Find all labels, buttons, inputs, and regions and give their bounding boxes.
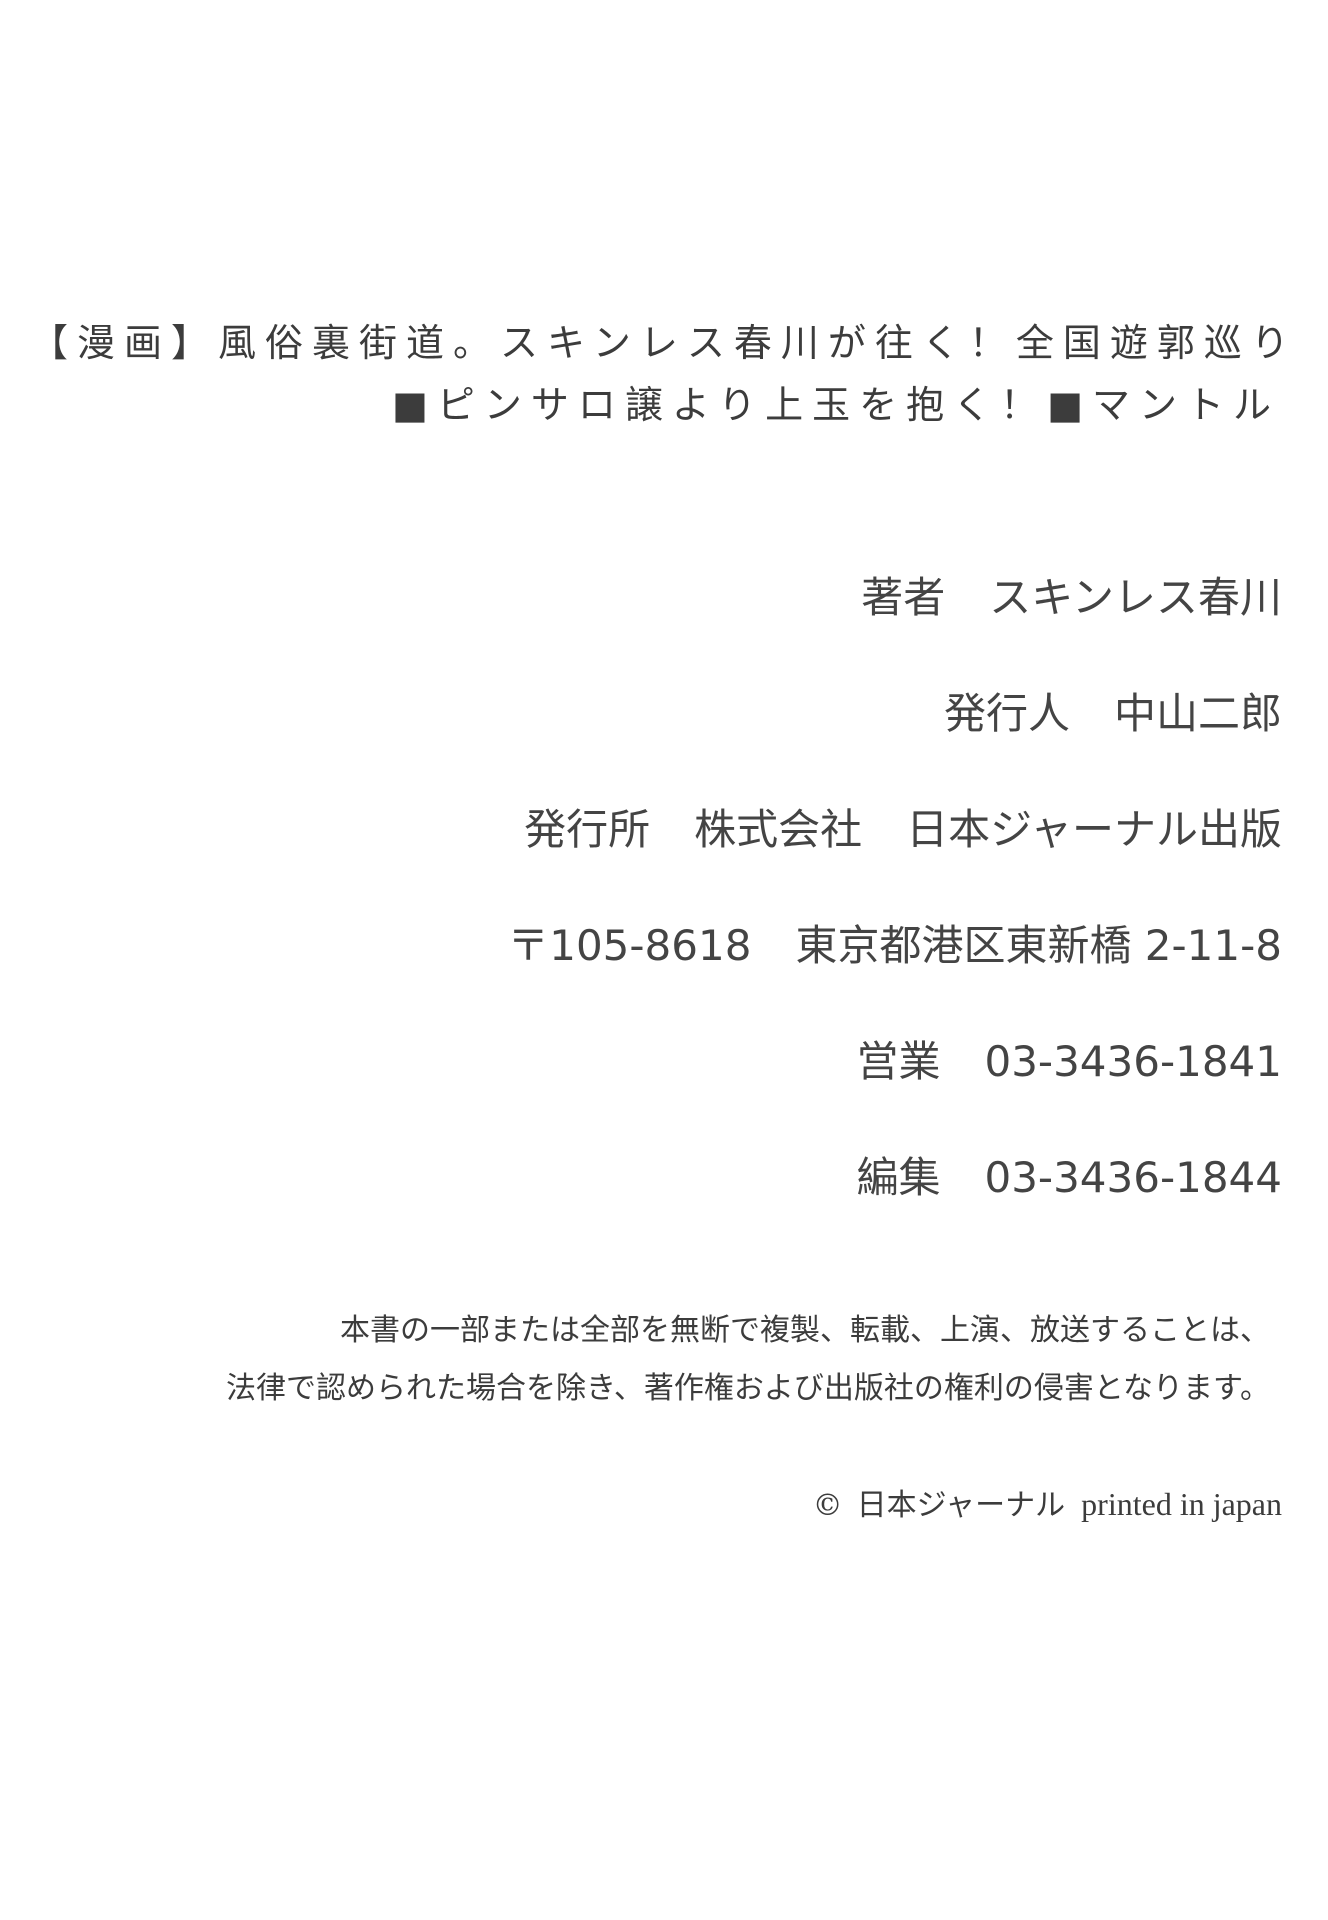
copyright-holder: 日本ジャーナル xyxy=(856,1488,1066,1523)
copyright-symbol: © xyxy=(812,1488,843,1523)
publisher-person-row: 発行人 中山二郎 xyxy=(282,680,1282,796)
publisher-person-value: 中山二郎 xyxy=(1113,689,1282,738)
notice-line-1: 本書の一部または全部を無断で複製、転載、上演、放送することは、 xyxy=(340,1313,1270,1348)
editorial-label: 編集 xyxy=(856,1153,941,1202)
editorial-row: 編集 03-3436-1844 xyxy=(282,1144,1282,1260)
author-value: スキンレス春川 xyxy=(989,573,1282,622)
book-title: 【漫画】風俗裏街道。スキンレス春川が往く！全国遊郭巡り ■ピンサロ譲より上玉を抱… xyxy=(30,312,1298,436)
title-line-1: 【漫画】風俗裏街道。スキンレス春川が往く！全国遊郭巡り xyxy=(30,321,1298,365)
sales-label: 営業 xyxy=(856,1037,941,1086)
colophon-details: 著者 スキンレス春川 発行人 中山二郎 発行所 株式会社 日本ジャーナル出版 〒105-… xyxy=(282,564,1282,1260)
author-row: 著者 スキンレス春川 xyxy=(282,564,1282,680)
colophon-page: 【漫画】風俗裏街道。スキンレス春川が往く！全国遊郭巡り ■ピンサロ譲より上玉を抱… xyxy=(0,0,1328,1920)
publisher-row: 発行所 株式会社 日本ジャーナル出版 xyxy=(282,796,1282,912)
sales-row: 営業 03-3436-1841 xyxy=(282,1028,1282,1144)
publisher-label: 発行所 xyxy=(524,805,651,854)
sales-phone: 03-3436-1841 xyxy=(984,1037,1282,1086)
publisher-company-name: 日本ジャーナル出版 xyxy=(906,805,1282,854)
publisher-person-label: 発行人 xyxy=(943,689,1070,738)
address-row: 〒105-8618 東京都港区東新橋 2-11-8 xyxy=(282,912,1282,1028)
postal-code: 〒105-8618 xyxy=(507,921,752,970)
copyright-notice: 本書の一部または全部を無断で複製、転載、上演、放送することは、 法律で認められた… xyxy=(30,1302,1270,1418)
publisher-company-type: 株式会社 xyxy=(694,805,863,854)
address: 東京都港区東新橋 2-11-8 xyxy=(795,921,1282,970)
copyright-line: © 日本ジャーナル printed in japan xyxy=(382,1480,1282,1524)
title-line-2: ■ピンサロ譲より上玉を抱く！■マントル xyxy=(391,383,1280,427)
printed-in-japan: printed in japan xyxy=(1081,1486,1282,1522)
notice-line-2: 法律で認められた場合を除き、著作権および出版社の権利の侵害となります。 xyxy=(226,1371,1270,1406)
author-label: 著者 xyxy=(861,573,946,622)
editorial-phone: 03-3436-1844 xyxy=(984,1153,1282,1202)
